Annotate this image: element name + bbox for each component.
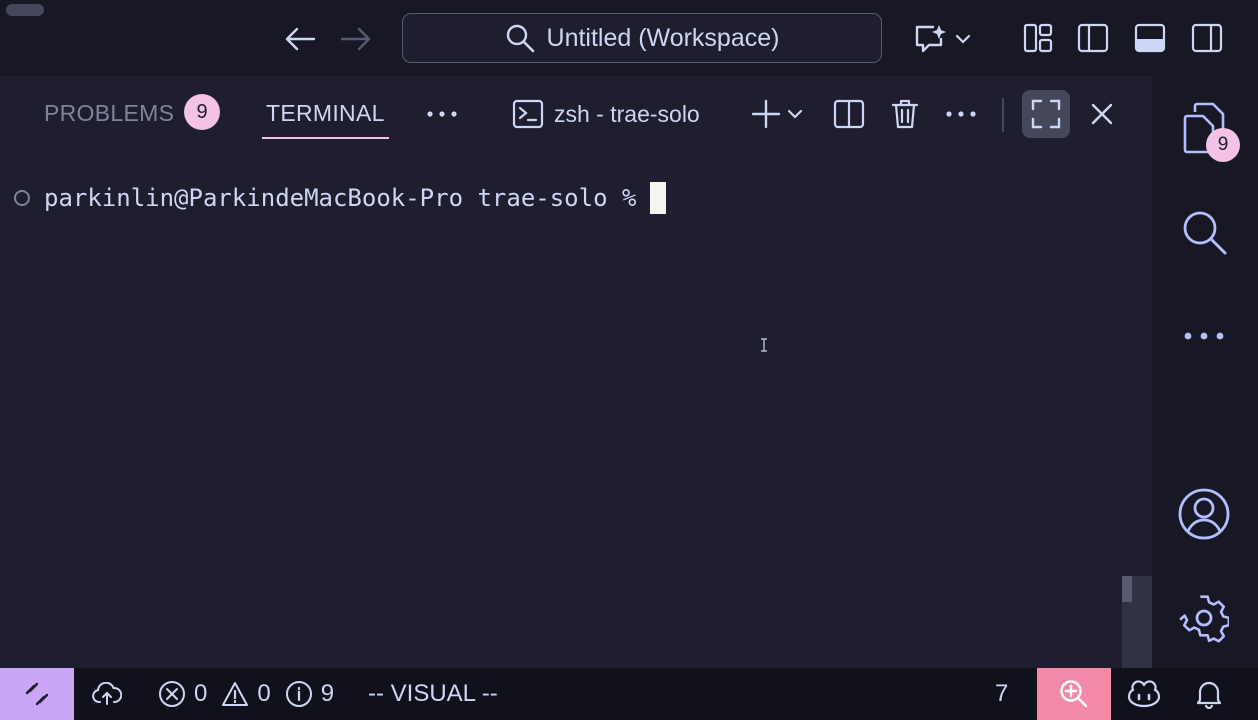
back-button[interactable]: [282, 22, 318, 56]
command-status-decoration[interactable]: [14, 190, 30, 206]
toggle-sidebar-button[interactable]: [1076, 22, 1110, 54]
terminal-prompt: parkinlin@ParkindeMacBook-Pro trae-solo …: [44, 184, 637, 212]
notifications-button[interactable]: [1192, 668, 1226, 720]
search-view-button[interactable]: [1176, 204, 1232, 260]
selection-count-text: 7: [995, 680, 1009, 707]
vim-mode-text: -- VISUAL --: [368, 680, 498, 707]
terminal-view[interactable]: parkinlin@ParkindeMacBook-Pro trae-solo …: [0, 154, 1152, 668]
sync-button[interactable]: [92, 668, 122, 720]
vim-mode-indicator: -- VISUAL --: [368, 668, 498, 720]
terminal-icon: [512, 99, 544, 129]
toolbar-divider: [1002, 98, 1004, 132]
arrow-right-icon: [340, 27, 371, 51]
user-icon: [1178, 488, 1230, 540]
error-icon: [159, 681, 185, 707]
problems-count-badge: 9: [184, 94, 221, 130]
window-controls[interactable]: [6, 4, 44, 16]
explorer-badge: 9: [1206, 128, 1240, 162]
chevron-down-icon: [955, 34, 971, 44]
toggle-panel-icon: [1134, 23, 1166, 53]
toggle-sidebar-icon: [1077, 23, 1109, 53]
close-icon: [1091, 103, 1113, 125]
tab-terminal[interactable]: TERMINAL: [262, 100, 389, 139]
arrow-left-icon: [285, 27, 316, 51]
error-count: 0: [194, 680, 208, 707]
split-icon: [833, 99, 865, 129]
layout-customize-icon: [1023, 23, 1053, 53]
toggle-secondary-sidebar-button[interactable]: [1190, 22, 1224, 54]
status-bar: 0 0 9 -- VISUAL -- 7: [0, 668, 1258, 720]
toggle-panel-button[interactable]: [1133, 22, 1167, 54]
settings-button[interactable]: [1176, 590, 1232, 646]
search-icon: [506, 24, 534, 53]
more-icon: [427, 111, 457, 117]
copilot-button[interactable]: [1124, 668, 1164, 720]
tab-problems[interactable]: PROBLEMS 9: [44, 94, 221, 140]
terminal-instance-selector[interactable]: zsh - trae-solo: [512, 92, 700, 136]
cloud-upload-icon: [92, 682, 122, 705]
new-terminal-button[interactable]: [746, 92, 808, 136]
remote-indicator-button[interactable]: [0, 668, 74, 720]
selection-count[interactable]: 7: [995, 668, 1008, 720]
terminal-name: zsh - trae-solo: [554, 100, 700, 127]
title-bar: Untitled (Workspace): [0, 0, 1258, 76]
more-icon: [946, 111, 976, 117]
maximize-icon: [1031, 99, 1061, 129]
toggle-secondary-sidebar-icon: [1191, 23, 1223, 53]
accounts-button[interactable]: [1176, 486, 1232, 542]
more-views-button[interactable]: [1176, 308, 1232, 364]
panel-tab-bar: PROBLEMS 9 TERMINAL zsh - trae-solo: [0, 76, 1152, 154]
explorer-button[interactable]: 9: [1176, 100, 1240, 162]
search-icon: [1183, 211, 1227, 255]
gear-icon: [1179, 595, 1229, 643]
problems-status[interactable]: 0 0 9: [158, 668, 334, 720]
zoom-button[interactable]: [1037, 668, 1111, 720]
info-icon: [285, 681, 312, 707]
warning-icon: [222, 682, 249, 706]
close-panel-button[interactable]: [1086, 92, 1118, 136]
more-icon: [1184, 332, 1224, 340]
forward-button[interactable]: [338, 22, 374, 56]
maximize-panel-button[interactable]: [1022, 90, 1070, 138]
split-terminal-button[interactable]: [832, 92, 866, 136]
chevron-down-icon: [787, 109, 803, 119]
command-center-search[interactable]: Untitled (Workspace): [402, 13, 882, 63]
bell-icon: [1196, 681, 1222, 709]
kill-terminal-button[interactable]: [888, 92, 922, 136]
terminal-scrollbar-thumb[interactable]: [1122, 576, 1132, 602]
customize-layout-button[interactable]: [1022, 22, 1054, 54]
activity-bar: 9: [1152, 76, 1258, 668]
workspace-title: Untitled (Workspace): [546, 23, 780, 52]
panel-more-tabs-button[interactable]: [424, 92, 460, 136]
tab-terminal-label: TERMINAL: [266, 100, 385, 126]
trash-icon: [891, 99, 919, 129]
copilot-icon: [1127, 680, 1161, 708]
terminal-cursor: [650, 182, 667, 214]
ai-chat-button[interactable]: [910, 20, 974, 58]
plus-icon: [751, 99, 781, 129]
terminal-more-actions-button[interactable]: [944, 92, 978, 136]
info-count: 9: [320, 680, 335, 707]
remote-icon: [25, 682, 49, 706]
tab-problems-label: PROBLEMS: [44, 100, 175, 126]
terminal-line: parkinlin@ParkindeMacBook-Pro trae-solo …: [14, 182, 667, 214]
warning-count: 0: [257, 680, 271, 707]
text-cursor-icon: [761, 338, 767, 352]
ai-sparkle-icon: [915, 25, 946, 53]
zoom-in-icon: [1060, 680, 1088, 708]
